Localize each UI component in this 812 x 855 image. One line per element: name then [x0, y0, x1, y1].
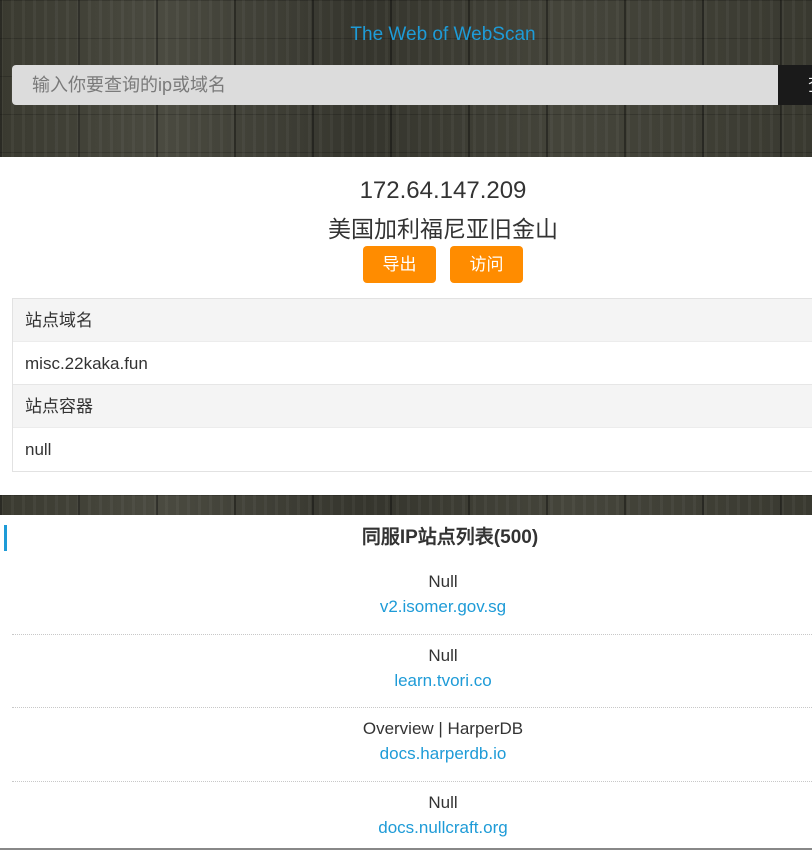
site-domain-label: 站点域名	[13, 299, 812, 342]
ip-location: 美国加利福尼亚旧金山	[0, 210, 812, 244]
site-domain-value: misc.22kaka.fun	[13, 342, 812, 385]
header-banner: The Web of WebScan 查询	[0, 0, 812, 157]
same-ip-site-list: Null v2.isomer.gov.sg Null learn.tvori.c…	[12, 561, 812, 855]
site-name: Null	[12, 791, 812, 815]
site-domain-link[interactable]: learn.tvori.co	[12, 668, 812, 694]
search-input[interactable]	[12, 65, 778, 105]
site-title[interactable]: The Web of WebScan	[0, 24, 812, 46]
site-domain-link[interactable]: docs.nullcraft.org	[12, 815, 812, 841]
visit-button[interactable]: 访问	[450, 246, 523, 283]
site-name: Overview | HarperDB	[12, 717, 812, 741]
site-container-label: 站点容器	[13, 385, 812, 428]
export-button[interactable]: 导出	[363, 246, 436, 283]
site-domain-link[interactable]: docs.harperdb.io	[12, 741, 812, 767]
list-item: Overview | HarperDB docs.harperdb.io	[12, 708, 812, 782]
list-item: Null docs.nullcraft.org	[12, 782, 812, 855]
ip-info-card: 172.64.147.209 美国加利福尼亚旧金山 导出 访问 站点域名 mis…	[0, 157, 812, 495]
same-ip-section: 同服IP站点列表(500) Null v2.isomer.gov.sg Null…	[0, 515, 812, 850]
section-divider	[0, 495, 812, 515]
site-domain-link[interactable]: v2.isomer.gov.sg	[12, 594, 812, 620]
ip-address: 172.64.147.209	[0, 177, 812, 205]
site-name: Null	[12, 570, 812, 594]
list-item: Null v2.isomer.gov.sg	[12, 561, 812, 635]
site-container-value: null	[13, 428, 812, 471]
same-ip-heading: 同服IP站点列表(500)	[0, 525, 812, 551]
site-detail-table: 站点域名 misc.22kaka.fun 站点容器 null	[12, 298, 812, 472]
list-item: Null learn.tvori.co	[12, 635, 812, 709]
search-button[interactable]: 查询	[778, 65, 812, 105]
site-name: Null	[12, 644, 812, 668]
